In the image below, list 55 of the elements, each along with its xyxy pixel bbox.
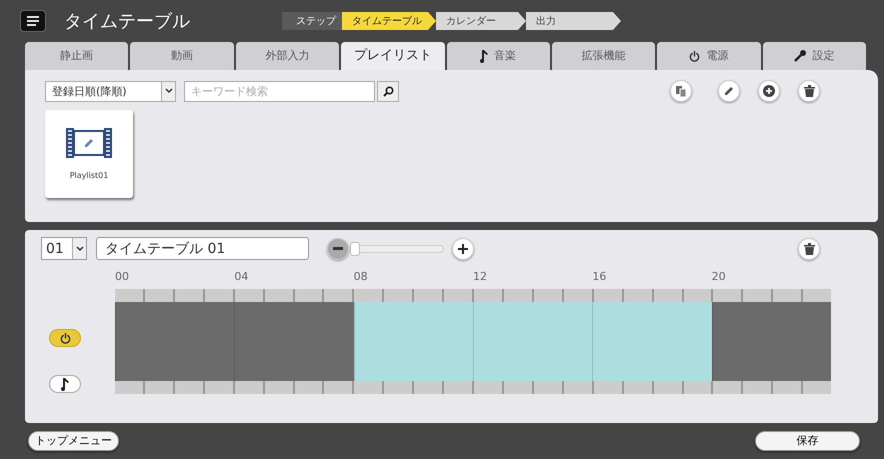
search-field[interactable]: キーワード検索 <box>184 80 375 102</box>
tab[interactable]: 電源 <box>657 42 761 70</box>
caret-icon <box>76 246 84 252</box>
menu-icon <box>26 15 40 27</box>
hour-label: 00 <box>115 269 129 285</box>
plus-icon <box>458 244 468 254</box>
power-icon <box>60 332 70 344</box>
tab[interactable]: 音楽 <box>446 42 550 70</box>
trash-icon <box>804 85 814 97</box>
power-icon <box>689 50 700 62</box>
hour-label: 12 <box>473 269 487 285</box>
hour-label: 08 <box>354 269 368 285</box>
hour-label: 04 <box>234 269 248 285</box>
zoom-in-button[interactable] <box>452 238 474 260</box>
tab[interactable]: 設定 <box>762 42 866 70</box>
zoom-slider-thumb[interactable] <box>350 242 360 256</box>
step-item: カレンダー <box>436 12 526 30</box>
playlist-name: Playlist01 <box>70 170 108 182</box>
tab[interactable]: プレイリスト <box>341 42 444 70</box>
plus-icon <box>763 85 775 97</box>
tab[interactable]: 静止画 <box>25 42 128 70</box>
film-strip-icon <box>66 128 112 158</box>
copy-icon <box>675 85 687 97</box>
hour-label: 20 <box>712 269 726 285</box>
tab[interactable]: 動画 <box>130 42 234 70</box>
caret-icon <box>164 88 172 94</box>
playlist-card[interactable]: Playlist01 <box>45 110 133 198</box>
pencil-icon <box>723 85 735 97</box>
step-item: 出力 <box>526 12 621 30</box>
page-title: タイムテーブル <box>64 10 191 34</box>
timetable-number-dropdown[interactable]: 01 <box>41 237 87 260</box>
copy-button[interactable] <box>670 80 692 102</box>
tab[interactable]: 外部入力 <box>236 42 340 70</box>
tab[interactable]: 拡張機能 <box>552 42 656 70</box>
power-toggle[interactable] <box>49 329 81 347</box>
step-item: タイムテーブル <box>342 12 436 30</box>
step-label: ステップ <box>282 12 342 30</box>
edit-button[interactable] <box>718 80 740 102</box>
search-button[interactable] <box>377 80 399 102</box>
delete-button[interactable] <box>798 80 820 102</box>
add-button[interactable] <box>758 80 780 102</box>
sort-dropdown[interactable]: 登録日順(降順) <box>45 80 176 102</box>
top-menu-button[interactable]: トップメニュー <box>28 431 119 451</box>
music-note-icon <box>61 378 69 390</box>
music-note-icon <box>480 50 488 62</box>
music-toggle[interactable] <box>49 375 81 393</box>
timetable-name-field[interactable]: タイムテーブル 01 <box>96 237 309 260</box>
hour-label: 16 <box>592 269 606 285</box>
menu-button[interactable] <box>20 10 46 32</box>
trash-icon <box>804 242 814 254</box>
save-button[interactable]: 保存 <box>755 431 860 451</box>
search-icon <box>382 86 394 96</box>
delete-button[interactable] <box>798 238 820 260</box>
minus-icon <box>333 247 343 250</box>
zoom-out-button[interactable] <box>327 238 349 260</box>
